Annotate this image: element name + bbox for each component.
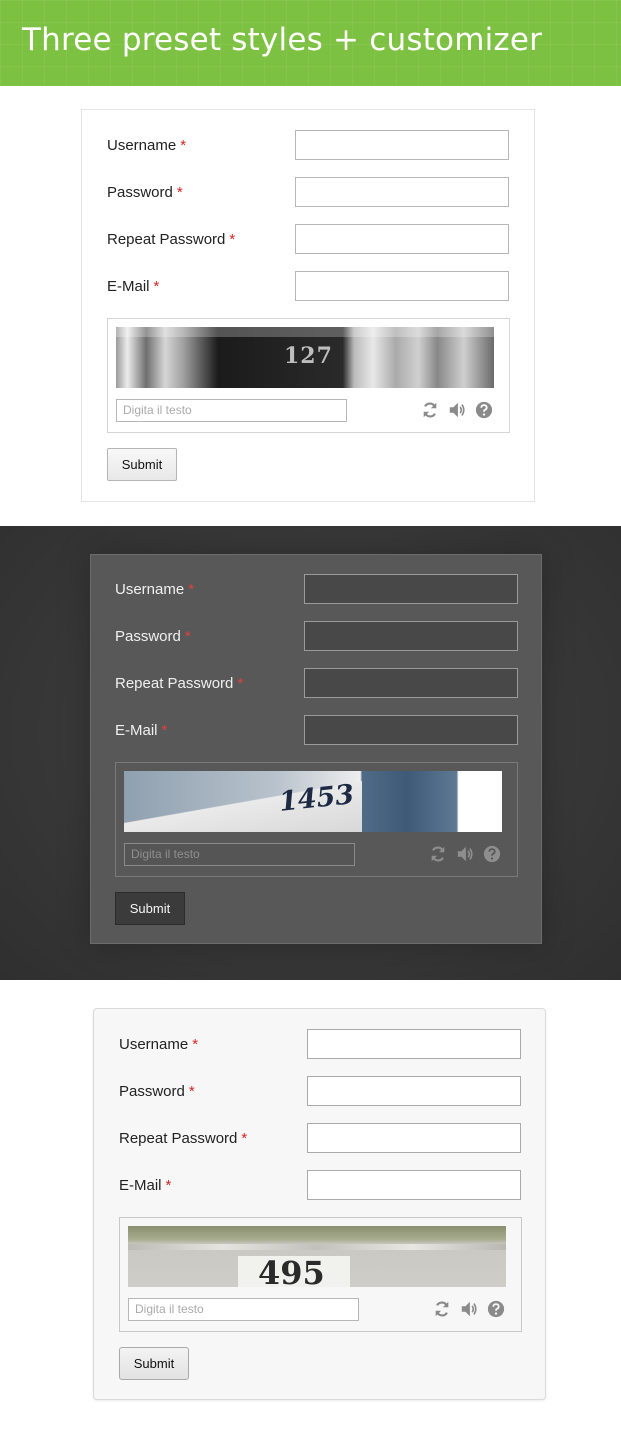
refresh-icon[interactable] bbox=[429, 845, 447, 863]
registration-form-dark: Username * Password * Repeat Password * E-M… bbox=[90, 554, 542, 944]
email-input[interactable] bbox=[307, 1170, 521, 1200]
captcha-image: 127 bbox=[116, 327, 494, 388]
captcha-image: 1453 bbox=[124, 771, 502, 832]
username-label: Username * bbox=[107, 137, 187, 154]
username-input[interactable] bbox=[304, 574, 518, 604]
required-marker: * bbox=[180, 137, 187, 154]
required-marker: * bbox=[165, 1177, 172, 1194]
email-input[interactable] bbox=[304, 715, 518, 745]
repeat-password-label: Repeat Password * bbox=[115, 675, 244, 692]
repeat-password-input[interactable] bbox=[304, 668, 518, 698]
help-icon[interactable] bbox=[483, 845, 501, 863]
password-input[interactable] bbox=[307, 1076, 521, 1106]
captcha-text-input[interactable]: Digita il testo bbox=[128, 1298, 359, 1321]
preset-dark-section: Username * Password * Repeat Password * E-M… bbox=[0, 526, 621, 980]
required-marker: * bbox=[188, 581, 195, 598]
captcha-number: 495 bbox=[258, 1254, 325, 1287]
audio-icon[interactable] bbox=[448, 401, 466, 419]
required-marker: * bbox=[161, 722, 168, 739]
required-marker: * bbox=[184, 628, 191, 645]
submit-button[interactable]: Submit bbox=[107, 448, 177, 481]
preset-light-section: Username * Password * Repeat Password * E-M… bbox=[0, 86, 621, 526]
repeat-password-input[interactable] bbox=[307, 1123, 521, 1153]
repeat-password-label: Repeat Password * bbox=[119, 1130, 248, 1147]
password-label: Password * bbox=[107, 184, 183, 201]
required-marker: * bbox=[153, 278, 160, 295]
audio-icon[interactable] bbox=[456, 845, 474, 863]
captcha-text-input[interactable]: Digita il testo bbox=[124, 843, 355, 866]
password-label: Password * bbox=[119, 1083, 195, 1100]
email-label: E-Mail * bbox=[115, 722, 168, 739]
captcha-widget: 1453 Digita il testo bbox=[115, 762, 518, 877]
captcha-widget: 127 Digita il testo bbox=[107, 318, 510, 433]
username-input[interactable] bbox=[307, 1029, 521, 1059]
email-input[interactable] bbox=[295, 271, 509, 301]
username-label: Username * bbox=[119, 1036, 199, 1053]
required-marker: * bbox=[229, 231, 236, 248]
help-icon[interactable] bbox=[487, 1300, 505, 1318]
help-icon[interactable] bbox=[475, 401, 493, 419]
username-label: Username * bbox=[115, 581, 195, 598]
username-input[interactable] bbox=[295, 130, 509, 160]
captcha-image: 495 bbox=[128, 1226, 506, 1287]
required-marker: * bbox=[237, 675, 244, 692]
required-marker: * bbox=[241, 1130, 248, 1147]
captcha-number: 127 bbox=[284, 343, 333, 369]
captcha-widget: 495 Digita il testo bbox=[119, 1217, 522, 1332]
captcha-text-input[interactable]: Digita il testo bbox=[116, 399, 347, 422]
required-marker: * bbox=[188, 1083, 195, 1100]
preset-rounded-section: Username * Password * Repeat Password * E-M… bbox=[0, 980, 621, 1443]
audio-icon[interactable] bbox=[460, 1300, 478, 1318]
header-banner: Three preset styles + customizer bbox=[0, 0, 621, 86]
password-input[interactable] bbox=[304, 621, 518, 651]
submit-button[interactable]: Submit bbox=[115, 892, 185, 925]
password-input[interactable] bbox=[295, 177, 509, 207]
registration-form-light: Username * Password * Repeat Password * E-M… bbox=[81, 109, 535, 502]
registration-form-rounded: Username * Password * Repeat Password * E-M… bbox=[93, 1008, 546, 1400]
refresh-icon[interactable] bbox=[433, 1300, 451, 1318]
email-label: E-Mail * bbox=[119, 1177, 172, 1194]
email-label: E-Mail * bbox=[107, 278, 160, 295]
required-marker: * bbox=[192, 1036, 199, 1053]
required-marker: * bbox=[176, 184, 183, 201]
submit-button[interactable]: Submit bbox=[119, 1347, 189, 1380]
refresh-icon[interactable] bbox=[421, 401, 439, 419]
password-label: Password * bbox=[115, 628, 191, 645]
repeat-password-input[interactable] bbox=[295, 224, 509, 254]
page-title: Three preset styles + customizer bbox=[22, 22, 543, 58]
repeat-password-label: Repeat Password * bbox=[107, 231, 236, 248]
